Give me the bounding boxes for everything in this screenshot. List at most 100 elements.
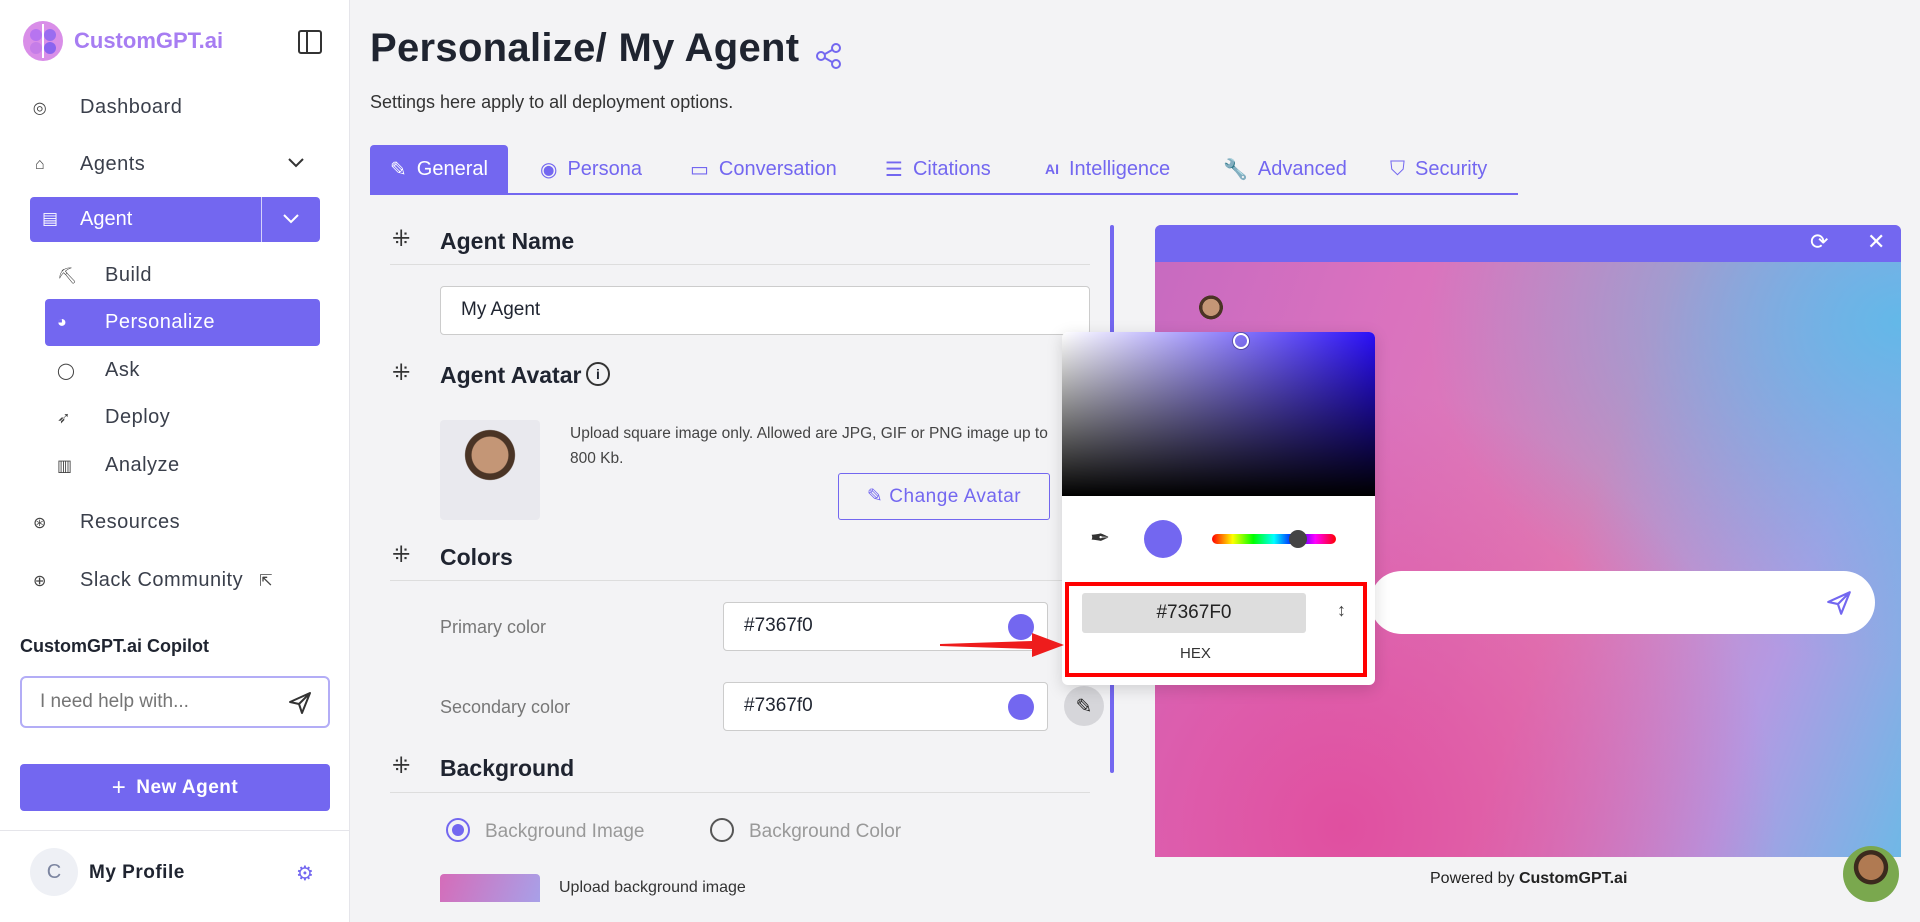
tab-persona[interactable]: ◉ Persona xyxy=(540,145,642,193)
copilot-input-box[interactable] xyxy=(20,676,330,728)
clipboard-icon: ▤ xyxy=(42,209,59,228)
eyedropper-icon[interactable]: ✒ xyxy=(1090,524,1110,553)
sidebar-item-label: Analyze xyxy=(105,454,180,476)
saturation-area[interactable] xyxy=(1062,332,1375,496)
copilot-title: CustomGPT.ai Copilot xyxy=(20,636,209,656)
sidebar-item-agent[interactable]: ▤ Agent xyxy=(30,197,320,242)
sidebar-item-dashboard[interactable]: ◎ Dashboard xyxy=(30,96,182,119)
send-icon[interactable] xyxy=(287,690,313,716)
section-title-agent-name: Agent Name xyxy=(440,228,575,254)
wrench-icon: 🔧 xyxy=(1223,158,1248,181)
tab-label: Persona xyxy=(567,157,642,180)
sidebar-item-label: Personalize xyxy=(105,311,216,333)
chat-icon: ◯ xyxy=(57,362,76,380)
agent-name-input[interactable]: My Agent xyxy=(440,286,1090,335)
section-title-background: Background xyxy=(440,755,575,781)
tab-citations[interactable]: ☰ Citations xyxy=(885,145,991,193)
rocket-icon: ➶ xyxy=(57,409,71,427)
tab-conversation[interactable]: ▭ Conversation xyxy=(690,145,837,193)
gear-icon[interactable]: ⚙ xyxy=(296,861,314,886)
sidebar-item-label: Deploy xyxy=(105,406,171,428)
primary-color-label: Primary color xyxy=(440,617,547,637)
hue-slider-handle[interactable] xyxy=(1289,530,1307,548)
drag-handle-icon[interactable]: ⁜ xyxy=(392,360,410,386)
tab-advanced[interactable]: 🔧 Advanced xyxy=(1223,145,1347,193)
plus-icon: + xyxy=(111,773,127,801)
refresh-icon[interactable]: ⟳ xyxy=(1810,229,1828,255)
lifebuoy-icon: ⊛ xyxy=(33,514,47,532)
sidebar-item-personalize[interactable]: ◕ Personalize xyxy=(45,299,320,346)
sidebar-item-slack-community[interactable]: ⊕ Slack Community ⇱ xyxy=(30,569,273,592)
agent-avatar-image xyxy=(440,420,540,520)
saturation-handle[interactable] xyxy=(1233,333,1249,349)
hue-slider[interactable] xyxy=(1212,534,1336,544)
tab-security[interactable]: ⛉ Security xyxy=(1390,145,1487,193)
drag-handle-icon[interactable]: ⁜ xyxy=(392,226,410,252)
quote-list-icon: ☰ xyxy=(885,158,903,181)
sidebar-item-deploy[interactable]: ➶ Deploy xyxy=(45,394,320,441)
tab-intelligence[interactable]: AI Intelligence xyxy=(1045,145,1170,193)
sidebar-item-label: Slack Community xyxy=(80,569,244,591)
avatar[interactable]: C xyxy=(30,848,78,896)
sidebar-item-resources[interactable]: ⊛ Resources xyxy=(30,511,180,534)
powered-by: Powered by CustomGPT.ai xyxy=(1430,870,1627,888)
preview-chat-input[interactable] xyxy=(1370,571,1875,634)
drag-handle-icon[interactable]: ⁜ xyxy=(392,542,410,568)
tab-label: General xyxy=(416,157,488,180)
avatar-upload-note: Upload square image only. Allowed are JP… xyxy=(570,425,1048,467)
sidebar-item-agents[interactable]: ⌂ Agents xyxy=(30,153,305,176)
tools-icon: ✎ xyxy=(390,158,407,181)
dashboard-icon: ◎ xyxy=(32,99,48,117)
close-icon[interactable]: ✕ xyxy=(1867,229,1885,255)
shield-icon: ⛉ xyxy=(1390,157,1405,180)
share-icon[interactable] xyxy=(815,42,843,70)
sidebar-toggle-icon[interactable] xyxy=(298,30,322,54)
agent-name-value: My Agent xyxy=(461,299,541,320)
info-icon[interactable]: i xyxy=(586,362,610,386)
brand-logo[interactable]: CustomGPT.ai xyxy=(20,18,223,64)
tab-label: Intelligence xyxy=(1069,157,1171,180)
brain-logo-icon xyxy=(23,21,63,61)
pencil-icon: ✎ xyxy=(866,486,884,507)
drag-handle-icon[interactable]: ⁜ xyxy=(392,753,410,779)
divider xyxy=(390,792,1090,793)
chevron-down-icon xyxy=(288,158,304,168)
sidebar-item-ask[interactable]: ◯ Ask xyxy=(45,347,320,394)
sidebar-item-label: Build xyxy=(105,264,152,286)
radio-background-image[interactable] xyxy=(446,818,470,842)
profile-name[interactable]: My Profile xyxy=(89,862,185,884)
copilot-input[interactable] xyxy=(40,690,270,714)
tab-label: Security xyxy=(1415,157,1488,180)
chevron-down-icon[interactable] xyxy=(282,213,300,225)
secondary-color-input[interactable]: #7367f0 xyxy=(723,682,1048,731)
divider xyxy=(261,197,262,242)
divider xyxy=(390,264,1090,265)
home-icon: ⌂ xyxy=(34,155,46,173)
selected-color-swatch xyxy=(1144,520,1182,558)
send-icon[interactable] xyxy=(1825,589,1853,617)
sidebar-item-label: Ask xyxy=(105,359,140,381)
highlight-box xyxy=(1065,582,1367,677)
section-title-agent-avatar: Agent Avatar xyxy=(440,362,582,388)
preview-agent-avatar xyxy=(1193,293,1229,329)
support-chat-avatar[interactable] xyxy=(1843,846,1899,902)
brand-name: CustomGPT.ai xyxy=(74,28,224,53)
secondary-color-swatch[interactable] xyxy=(1008,694,1034,720)
new-agent-button[interactable]: + New Agent xyxy=(20,764,330,811)
user-circle-icon: ◉ xyxy=(540,158,558,181)
primary-color-value: #7367f0 xyxy=(744,615,813,636)
tab-bar: ✎ General ◉ Persona ▭ Conversation ☰ Citatio… xyxy=(370,145,1518,195)
background-color-label: Background Color xyxy=(749,821,902,842)
radio-background-color[interactable] xyxy=(710,818,734,842)
build-icon: ⛏ xyxy=(57,267,78,285)
sidebar-item-analyze[interactable]: ▥ Analyze xyxy=(45,442,320,489)
powered-prefix: Powered by xyxy=(1430,870,1519,887)
edit-color-pencil-icon[interactable]: ✎ xyxy=(1064,686,1104,726)
new-agent-label: New Agent xyxy=(136,776,239,798)
chat-bubble-icon: ▭ xyxy=(690,158,709,181)
tab-general[interactable]: ✎ General xyxy=(370,145,508,193)
sidebar-item-build[interactable]: ⛏ Build xyxy=(45,252,320,299)
change-avatar-button[interactable]: ✎ Change Avatar xyxy=(838,473,1050,520)
page-subtitle: Settings here apply to all deployment op… xyxy=(370,92,734,112)
sidebar-item-label: Dashboard xyxy=(80,96,183,118)
